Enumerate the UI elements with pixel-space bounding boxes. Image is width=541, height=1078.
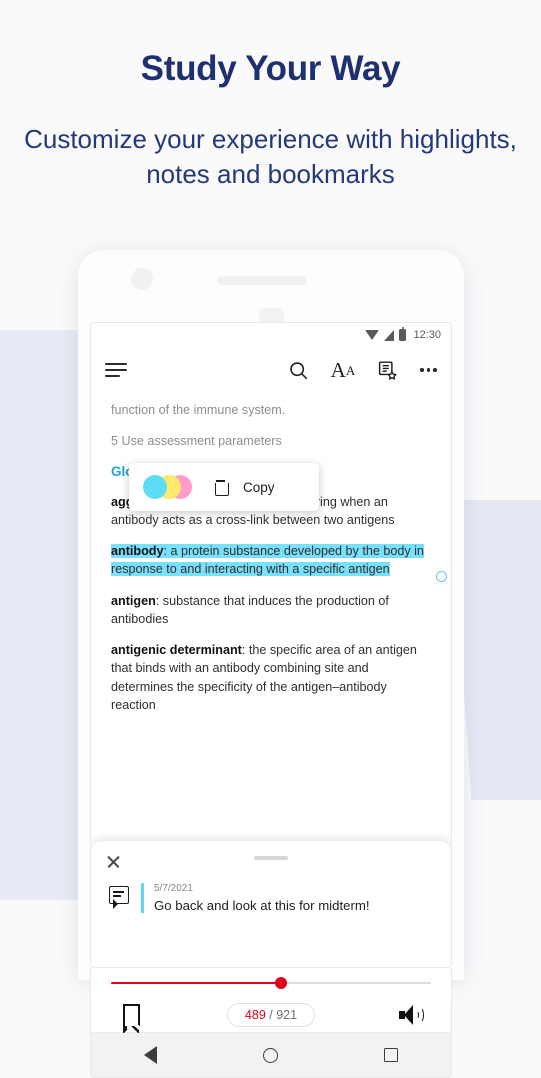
page-indicator[interactable]: 489 / 921 [226, 1003, 316, 1027]
reader-line-0: function of the immune system. [111, 403, 286, 417]
highlight-action-popup[interactable]: Copy [129, 463, 319, 511]
font-size-small-letter: A [345, 362, 356, 378]
note-text: Go back and look at this for midterm! [154, 898, 370, 913]
note-marker-dot-icon[interactable] [436, 571, 447, 582]
proximity-sensor-icon [259, 308, 284, 323]
background-band-right [450, 500, 541, 800]
notebook-button[interactable] [377, 360, 398, 381]
android-navigation-bar [90, 1033, 452, 1078]
more-options-icon [420, 368, 437, 372]
glossary-term: antigenic determinant [111, 643, 242, 657]
phone-screen: 12:30 AA function of the immune system. … [90, 322, 452, 968]
glossary-term: antigen [111, 593, 156, 608]
current-page-number: 489 [244, 1008, 266, 1022]
font-size-large-letter: A [330, 357, 346, 382]
page-title: Study Your Way [140, 49, 401, 88]
more-options-button[interactable] [420, 368, 437, 372]
color-swatch-cyan-icon[interactable] [143, 475, 167, 499]
note-comment-icon [109, 886, 129, 909]
trash-icon[interactable] [214, 479, 229, 496]
status-bar: 12:30 [91, 323, 451, 347]
drag-handle-icon[interactable] [254, 856, 288, 860]
note-body: 5/7/2021 Go back and look at this for mi… [141, 883, 435, 913]
bookmark-icon [122, 1004, 140, 1034]
audio-button[interactable] [371, 1005, 451, 1025]
bottom-bar-row: 489 / 921 [91, 998, 451, 1034]
reader-toolbar: AA [91, 347, 451, 393]
battery-icon [399, 327, 407, 341]
reader-line-1: 5 Use assessment parameters [111, 434, 282, 449]
glossary-entry-antibody[interactable]: antibody: a protein substance developed … [111, 542, 431, 579]
nav-home-icon[interactable] [263, 1047, 278, 1063]
earpiece-speaker-icon [217, 276, 307, 285]
hamburger-menu-icon [105, 359, 127, 381]
search-icon [289, 361, 307, 379]
note-bottom-sheet: 5/7/2021 Go back and look at this for mi… [91, 841, 451, 967]
page-indicator-wrap: 489 / 921 [171, 1003, 371, 1027]
glossary-entry-antigen[interactable]: antigen: substance that induces the prod… [111, 592, 431, 629]
close-icon[interactable] [107, 855, 120, 868]
copy-button[interactable]: Copy [243, 480, 275, 495]
color-swatch-group[interactable] [143, 475, 198, 499]
phone-mockup: 12:30 AA function of the immune system. … [78, 250, 464, 1078]
highlighted-text[interactable]: antibody: a protein substance developed … [111, 544, 424, 577]
progress-slider-knob[interactable] [274, 977, 287, 989]
glossary-term: antibody [111, 544, 164, 558]
hero-section: Study Your Way Customize your experience… [0, 0, 541, 192]
search-button[interactable] [288, 360, 309, 381]
status-bar-clock: 12:30 [413, 329, 441, 341]
note-item[interactable]: 5/7/2021 Go back and look at this for mi… [109, 883, 435, 913]
hamburger-menu-button[interactable] [105, 359, 127, 381]
front-camera-icon [131, 268, 153, 290]
speaker-volume-icon [399, 1005, 424, 1025]
font-size-button[interactable]: AA [330, 357, 356, 382]
nav-recents-icon[interactable] [384, 1048, 398, 1062]
progress-slider-fill [111, 982, 281, 984]
toolbar-actions: AA [288, 357, 437, 382]
wifi-icon [365, 330, 380, 340]
note-date: 5/7/2021 [154, 883, 193, 894]
progress-slider[interactable] [111, 977, 431, 989]
page-subtitle: Customize your experience with highlight… [24, 123, 517, 189]
nav-back-icon[interactable] [144, 1046, 157, 1064]
notebook-star-icon [379, 360, 397, 380]
reader-bottom-bar: 489 / 921 [90, 968, 452, 1034]
glossary-entry-antigenic-determinant[interactable]: antigenic determinant: the specific area… [111, 641, 431, 714]
page-separator: / [265, 1008, 277, 1022]
total-page-number: 921 [276, 1008, 298, 1022]
signal-icon [384, 329, 395, 341]
bookmark-button[interactable] [91, 1004, 171, 1034]
